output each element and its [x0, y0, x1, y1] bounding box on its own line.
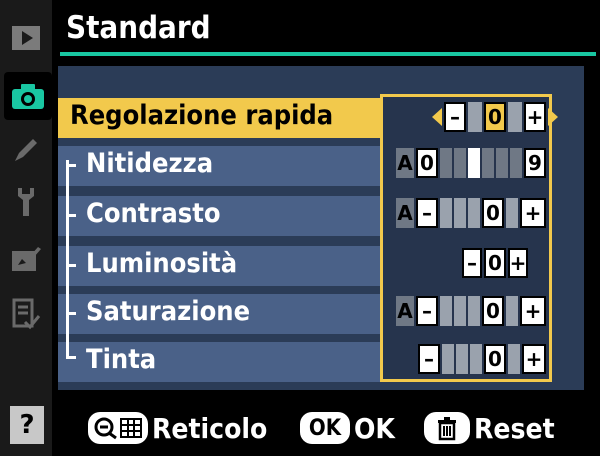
- left-arrow-icon: [432, 108, 442, 126]
- menu-item-brightness[interactable]: Luminosità: [58, 246, 383, 286]
- minus-icon: –: [416, 198, 438, 228]
- submenu-tree-line: [66, 160, 69, 358]
- scale-segment: [442, 344, 454, 374]
- scale-segment: [506, 296, 518, 326]
- quick-adjust-slider[interactable]: – 0 +: [432, 102, 558, 132]
- brush-icon: [12, 247, 41, 271]
- wrench-icon: [18, 188, 34, 216]
- scale-segment: [508, 102, 522, 132]
- scale-segment: [454, 296, 466, 326]
- menu-tab-strip: ?: [0, 0, 52, 456]
- scale-segment: [496, 148, 508, 178]
- scale-segment: [440, 198, 452, 228]
- scale-segment: [470, 344, 482, 374]
- playback-tab[interactable]: [6, 18, 46, 58]
- auto-indicator: A: [396, 198, 414, 228]
- brightness-scale[interactable]: – 0 +: [462, 248, 528, 278]
- saturation-value: 0: [482, 296, 504, 326]
- grid-label: Reticolo: [152, 411, 268, 445]
- retouch-tab[interactable]: [6, 238, 46, 278]
- playback-icon: [12, 26, 40, 50]
- tree-branch: [66, 356, 76, 359]
- menu-item-sharpening[interactable]: Nitidezza: [58, 146, 383, 186]
- menu-item-label: Contrasto: [86, 198, 221, 229]
- scale-segment: [468, 102, 482, 132]
- reset-hint: Reset: [424, 408, 555, 448]
- scale-segment: [482, 148, 494, 178]
- minus-icon: –: [418, 344, 440, 374]
- menu-item-label: Luminosità: [86, 248, 238, 279]
- plus-icon: +: [520, 198, 546, 228]
- scale-segment: [454, 148, 466, 178]
- plus-icon: +: [520, 296, 546, 326]
- reset-label: Reset: [474, 411, 555, 445]
- contrast-value: 0: [482, 198, 504, 228]
- scale-max-label: 9: [524, 148, 546, 178]
- minus-icon: –: [444, 102, 466, 132]
- scale-segment: [440, 148, 452, 178]
- scale-segment: [440, 296, 452, 326]
- menu-item-quick-adjust[interactable]: Regolazione rapida: [58, 98, 383, 138]
- scale-segment: [468, 296, 480, 326]
- scale-segment: [510, 148, 522, 178]
- plus-icon: +: [524, 102, 546, 132]
- pencil-icon: [15, 139, 37, 161]
- quick-adjust-value: 0: [484, 102, 506, 132]
- page-title: Standard: [66, 10, 211, 46]
- menu-item-label: Regolazione rapida: [70, 100, 334, 131]
- scale-marker: [468, 148, 480, 178]
- menu-item-label: Tinta: [86, 344, 157, 375]
- auto-indicator: A: [396, 296, 414, 326]
- scale-segment: [454, 198, 466, 228]
- zoom-grid-button-icon: [88, 412, 148, 444]
- contrast-scale[interactable]: A – 0 +: [396, 198, 546, 228]
- help-button[interactable]: ?: [10, 406, 44, 444]
- menu-item-label: Saturazione: [86, 296, 251, 327]
- value-panel: [380, 94, 552, 382]
- menu-item-saturation[interactable]: Saturazione: [58, 294, 383, 334]
- scale-segment: [468, 198, 480, 228]
- recent-settings-tab[interactable]: [6, 294, 46, 334]
- scale-segment: [456, 344, 468, 374]
- menu-item-contrast[interactable]: Contrasto: [58, 196, 383, 236]
- minus-icon: –: [416, 296, 438, 326]
- tree-branch: [66, 264, 76, 267]
- saturation-scale[interactable]: A – 0 +: [396, 296, 546, 326]
- plus-icon: +: [508, 248, 528, 278]
- hue-scale[interactable]: – 0 +: [418, 344, 546, 374]
- camera-menu-screen: ? Standard Regolazione rapida Nitidezza …: [0, 0, 600, 456]
- title-divider: [60, 52, 596, 56]
- list-check-icon: [12, 298, 41, 330]
- tree-branch: [66, 214, 76, 217]
- camera-icon: [12, 84, 44, 109]
- ok-button-icon: OK: [300, 412, 350, 444]
- ok-hint: OK OK: [300, 408, 395, 448]
- setup-tab[interactable]: [6, 182, 46, 222]
- trash-icon: [424, 412, 470, 444]
- plus-icon: +: [522, 344, 546, 374]
- scale-min-label: 0: [416, 148, 438, 178]
- menu-item-label: Nitidezza: [86, 148, 214, 179]
- tree-branch: [66, 312, 76, 315]
- sharpening-scale[interactable]: A 0 9: [396, 148, 546, 178]
- auto-indicator: A: [396, 148, 414, 178]
- grid-hint: Reticolo: [88, 408, 267, 448]
- minus-icon: –: [462, 248, 482, 278]
- right-arrow-icon: [548, 108, 558, 126]
- brightness-value: 0: [484, 248, 506, 278]
- custom-settings-tab[interactable]: [6, 130, 46, 170]
- shooting-tab[interactable]: [4, 72, 52, 120]
- scale-segment: [508, 344, 520, 374]
- hue-value: 0: [484, 344, 506, 374]
- tree-branch: [66, 164, 76, 167]
- ok-label: OK: [354, 411, 395, 445]
- menu-item-hue[interactable]: Tinta: [58, 342, 383, 382]
- scale-segment: [506, 198, 518, 228]
